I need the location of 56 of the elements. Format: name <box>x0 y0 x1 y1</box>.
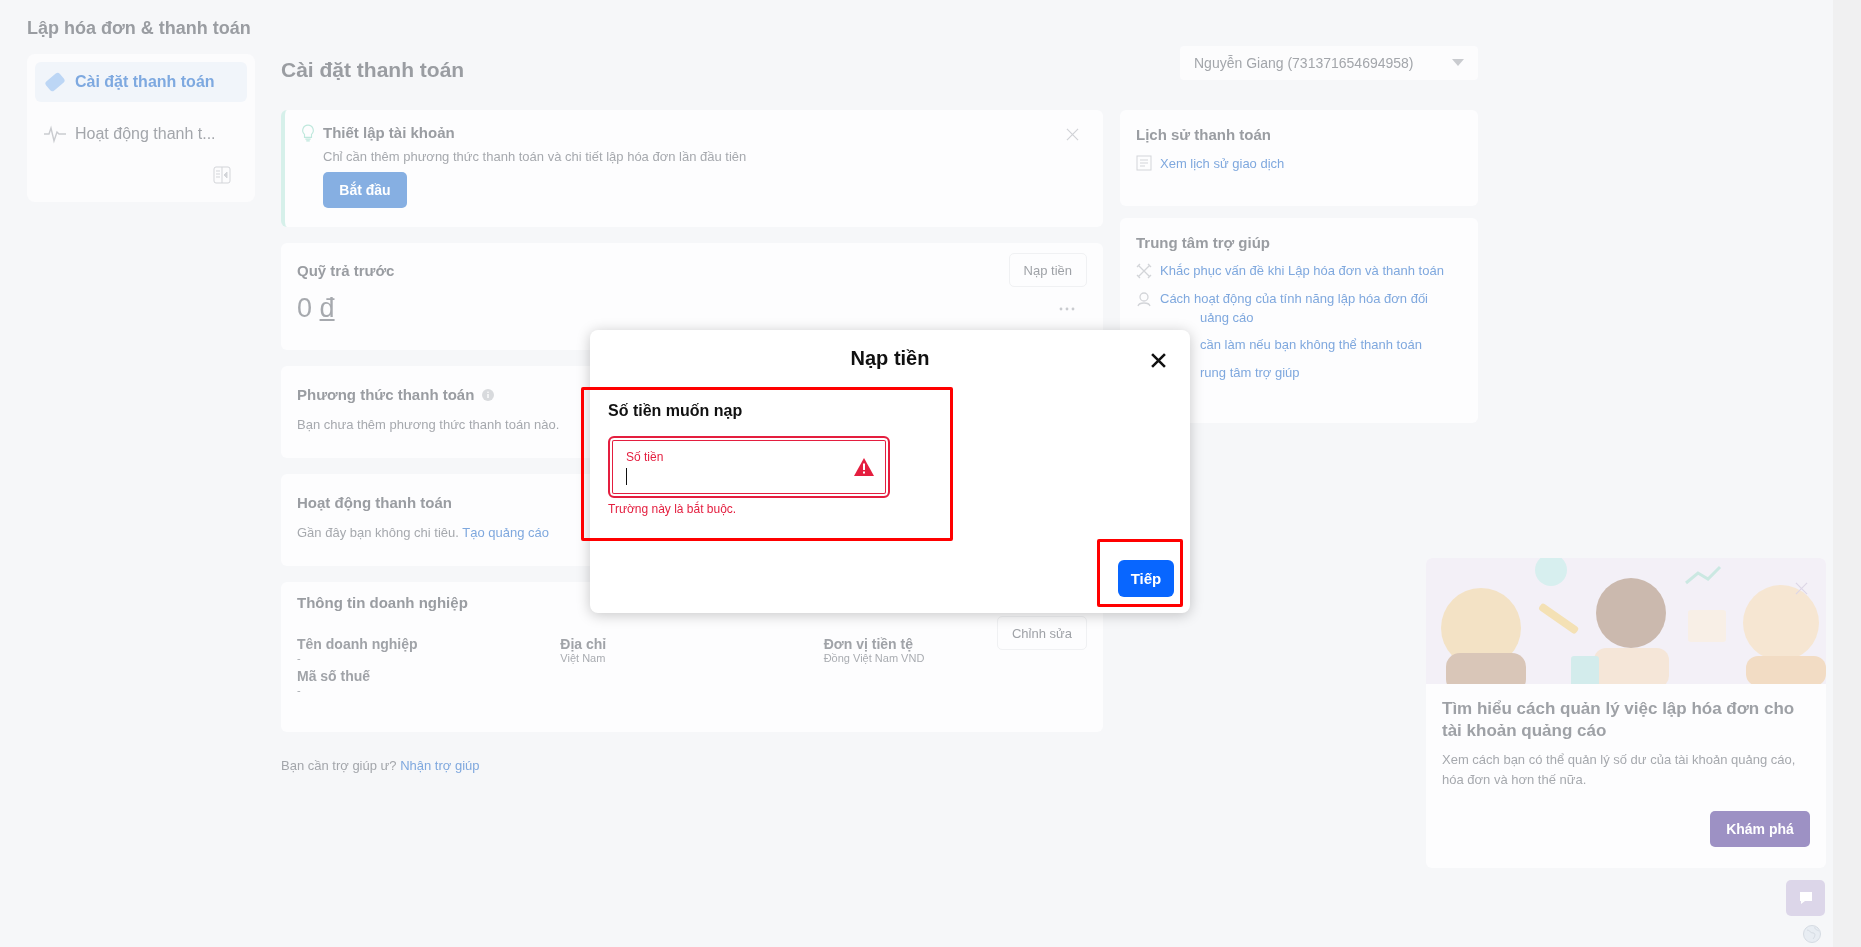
page-heading: Cài đặt thanh toán <box>281 58 465 82</box>
help-text: Bạn cần trợ giúp ư? <box>281 758 397 773</box>
balance-amount: 0 <box>297 293 313 323</box>
card-title: Thông tin doanh nghiệp <box>297 594 468 611</box>
help-link[interactable]: Cách hoạt động của tính năng lập hóa đơn đối <box>1160 291 1428 306</box>
card-text: Chỉ cần thêm phương thức thanh toán và chi tiết lập hóa đơn lần đầu tiên <box>323 149 747 164</box>
help-link[interactable]: uảng cáo <box>1160 310 1428 325</box>
warning-icon <box>854 458 874 476</box>
help-link[interactable]: Khắc phục vấn đề khi Lập hóa đơn và thanh toán <box>1160 263 1444 278</box>
error-message: Trường này là bắt buộc. <box>608 502 738 516</box>
chat-icon <box>1797 890 1814 906</box>
amount-field[interactable]: Số tiền <box>608 436 890 498</box>
card-title: Quỹ trả trước <box>297 261 395 279</box>
field-value: Việt Nam <box>560 652 607 664</box>
next-button[interactable]: Tiếp <box>1118 560 1174 597</box>
more-icon[interactable] <box>1059 306 1075 311</box>
edit-button[interactable]: Chỉnh sửa <box>997 616 1087 650</box>
lightbulb-icon <box>301 124 315 142</box>
promo-text: Xem cách bạn có thể quản lý số dư của tài khoản quảng cáo, hóa đơn và hơn thế nữa. <box>1442 751 1797 789</box>
receipt-icon <box>1136 155 1152 171</box>
close-icon[interactable] <box>1151 353 1166 368</box>
card-text: Gần đây bạn không chi tiêu. Tạo quảng cáo <box>297 525 549 540</box>
card-title: Lịch sử thanh toán <box>1136 126 1272 143</box>
explore-button[interactable]: Khám phá <box>1710 811 1810 848</box>
dialog-title: Nạp tiền <box>850 346 930 370</box>
info-icon <box>482 388 495 401</box>
promo-title: Tìm hiểu cách quản lý việc lập hóa đơn cho tài khoản quảng cáo <box>1442 698 1796 743</box>
field-value: - <box>297 684 302 696</box>
field-label: Địa chỉ <box>560 636 608 652</box>
collapse-icon[interactable] <box>213 166 231 184</box>
card-title: Thiết lập tài khoản <box>323 124 455 141</box>
field-value: - <box>297 652 302 664</box>
caret-icon <box>1452 59 1464 67</box>
card-title: Trung tâm trợ giúp <box>1136 234 1270 251</box>
field-label: Mã số thuế <box>297 668 372 684</box>
page-title: Lập hóa đơn & thanh toán <box>27 18 252 40</box>
card-title: Hoạt động thanh toán <box>297 494 452 511</box>
account-dropdown[interactable]: Nguyễn Giang (731371654694958) <box>1180 46 1478 80</box>
sidebar-item[interactable]: Cài đặt thanh toán <box>35 62 247 102</box>
tools-icon <box>1136 263 1152 279</box>
card-title: Phương thức thanh toán <box>297 386 475 403</box>
start-button[interactable]: Bắt đầu <box>323 172 407 208</box>
currency-symbol: đ <box>319 293 335 323</box>
globe-icon[interactable] <box>1802 924 1822 944</box>
history-link[interactable]: Xem lịch sử giao dịch <box>1160 155 1285 171</box>
section-title: Số tiền muốn nạp <box>608 402 744 420</box>
sidebar-item[interactable]: Hoạt động thanh t... <box>35 114 247 154</box>
field-value: Đồng Việt Nam VND <box>823 652 926 664</box>
field-label: Đơn vị tiền tệ <box>823 636 914 652</box>
top-up-button[interactable]: Nạp tiền <box>1008 253 1087 287</box>
field-label: Tên doanh nghiệp <box>297 636 419 652</box>
create-ad-link[interactable]: Tạo quảng cáo <box>462 525 549 540</box>
person-icon <box>1136 291 1152 307</box>
get-help-link[interactable]: Nhận trợ giúp <box>400 758 480 773</box>
card-text: Bạn chưa thêm phương thức thanh toán nào. <box>297 417 560 432</box>
chat-button[interactable] <box>1786 880 1825 916</box>
